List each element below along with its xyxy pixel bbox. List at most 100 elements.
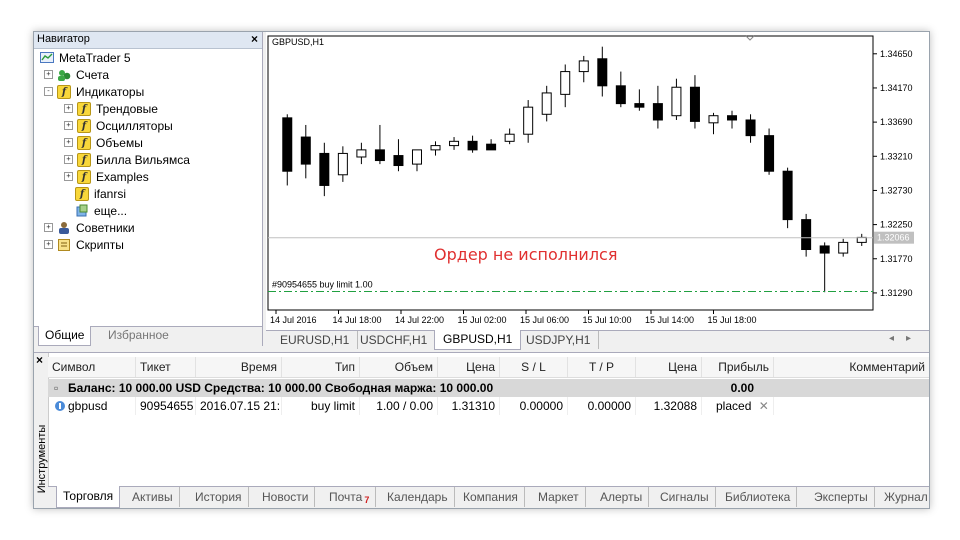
expand-icon[interactable]: + (64, 172, 73, 181)
candlestick-chart[interactable]: 1.34650 1.34170 1.33690 1.33210 1.32730 1.322… (266, 32, 929, 330)
column-header-ticket[interactable]: Тикет (136, 357, 196, 377)
tab-favorites[interactable]: Избранное (102, 326, 175, 345)
time-tick-label: 14 Jul 2016 (270, 315, 317, 325)
navigator-close-icon[interactable]: × (251, 32, 258, 46)
tree-item-trend[interactable]: + f Трендовые (64, 100, 158, 117)
toolbox-tab[interactable]: Новости (256, 487, 316, 507)
expand-icon[interactable]: + (64, 121, 73, 130)
bear-candle (282, 117, 293, 172)
tab-general[interactable]: Общие (38, 326, 92, 346)
bear-candle (634, 103, 645, 108)
tree-item-accounts[interactable]: + Счета (44, 66, 109, 83)
cell-profit: placed ✕ (702, 397, 774, 415)
tree-item-ifanrsi[interactable]: f ifanrsi (75, 185, 126, 202)
expand-icon[interactable]: + (44, 223, 53, 232)
bull-candle (708, 115, 719, 124)
chart-shift-marker-icon[interactable] (745, 35, 755, 41)
bear-candle (319, 152, 330, 186)
scripts-icon (57, 238, 71, 252)
bull-candle (523, 106, 534, 135)
toolbox-tab[interactable]: Календарь (381, 487, 455, 507)
navigator-tabs: Общие Избранное (34, 326, 262, 347)
toolbox-tabs: Торговля Активы История Новости Почта 7 Календ… (48, 486, 929, 508)
metatrader-window: Навигатор × MetaTrader 5 + Счета - f Инд… (33, 31, 930, 509)
custom-indicator-icon: f (75, 186, 89, 201)
time-tick-label: 15 Jul 14:00 (645, 315, 694, 325)
column-header-volume[interactable]: Объем (360, 357, 438, 377)
balance-collapse-icon[interactable]: ▫ (54, 379, 58, 397)
tree-item-scripts[interactable]: + Скрипты (44, 236, 124, 253)
cell-price: 1.31310 (438, 397, 500, 415)
bear-candle (486, 143, 497, 151)
tree-item-volumes[interactable]: + f Объемы (64, 134, 143, 151)
toolbox-tab[interactable]: Сигналы (654, 487, 716, 507)
toolbox-tab[interactable]: Компания (457, 487, 525, 507)
toolbox-tab[interactable]: Почта 7 (323, 487, 377, 507)
column-header-sl[interactable]: S / L (500, 357, 568, 377)
delete-order-icon[interactable]: ✕ (759, 399, 769, 413)
bear-candle (393, 155, 404, 167)
price-tick-label: 1.31770 (880, 254, 913, 264)
cell-type: buy limit (282, 397, 360, 415)
expand-icon[interactable]: + (44, 70, 53, 79)
tree-item-examples[interactable]: + f Examples (64, 168, 149, 185)
bear-candle (689, 86, 700, 122)
chart-tab-usdchf[interactable]: USDCHF,H1 (352, 331, 437, 349)
column-header-symbol[interactable]: Символ (48, 357, 136, 377)
tree-item-experts[interactable]: + Советники (44, 219, 135, 236)
bear-candle (727, 115, 738, 121)
column-header-current-price[interactable]: Цена (636, 357, 702, 377)
column-header-profit[interactable]: Прибыль (702, 357, 774, 377)
expand-icon[interactable]: + (64, 138, 73, 147)
cell-tp[interactable]: 0.00000 (568, 397, 636, 415)
cell-sl[interactable]: 0.00000 (500, 397, 568, 415)
toolbox-tab[interactable]: Библиотека (719, 487, 798, 507)
time-tick-label: 15 Jul 10:00 (583, 315, 632, 325)
bull-candle (356, 149, 367, 158)
collapse-icon[interactable]: - (44, 87, 53, 96)
tree-item-metatrader[interactable]: MetaTrader 5 (40, 49, 131, 66)
navigator-title-bar: Навигатор × (34, 32, 262, 49)
column-header-time[interactable]: Время (196, 357, 282, 377)
table-row[interactable]: gbpusd 90954655 2016.07.15 21:... buy li… (48, 397, 929, 415)
column-header-type[interactable]: Тип (282, 357, 360, 377)
toolbox-tab[interactable]: Торговля (56, 486, 121, 508)
indicator-icon: f (77, 118, 91, 133)
expand-icon[interactable]: + (44, 240, 53, 249)
chart-tabs: EURUSD,H1 USDCHF,H1 GBPUSD,H1 USDJPY,H1 … (266, 330, 929, 351)
toolbox-tab[interactable]: Маркет (532, 487, 586, 507)
toolbox-tab[interactable]: Журнал (878, 487, 929, 507)
toolbox-close-icon[interactable]: × (36, 353, 43, 367)
tree-item-more[interactable]: еще... (75, 202, 127, 219)
bull-candle (541, 92, 552, 115)
chart-tabs-scroll-icon[interactable]: ◂▸ (889, 333, 923, 344)
cell-symbol: gbpusd (48, 397, 136, 415)
cell-ticket: 90954655 (136, 397, 196, 415)
chart-window[interactable]: 1.34650 1.34170 1.33690 1.33210 1.32730 1.322… (266, 32, 929, 346)
chart-tab-usdjpy[interactable]: USDJPY,H1 (518, 331, 600, 349)
column-header-price[interactable]: Цена (438, 357, 500, 377)
tree-item-bill-williams[interactable]: + f Билла Вильямса (64, 151, 190, 168)
tree-item-indicators[interactable]: - f Индикаторы (44, 83, 144, 100)
chart-tab-gbpusd[interactable]: GBPUSD,H1 (434, 330, 522, 350)
table-header: Символ Тикет Время Тип Объем Цена S / L … (48, 357, 929, 378)
bull-candle (504, 133, 515, 142)
price-tick-label: 1.34650 (880, 49, 913, 59)
chart-tab-eurusd[interactable]: EURUSD,H1 (272, 331, 359, 349)
bear-candle (782, 170, 793, 221)
bear-candle (374, 149, 385, 162)
expand-icon[interactable]: + (64, 104, 73, 113)
bear-candle (597, 58, 608, 87)
toolbox-tab[interactable]: Эксперты (808, 487, 875, 507)
toolbox-tab[interactable]: Алерты (594, 487, 650, 507)
chart-annotation: Ордер не исполнился (434, 245, 617, 264)
toolbox-tab[interactable]: Активы (126, 487, 180, 507)
time-tick-label: 15 Jul 06:00 (520, 315, 569, 325)
column-header-tp[interactable]: T / P (568, 357, 636, 377)
price-tick-label: 1.34170 (880, 83, 913, 93)
tree-item-oscillators[interactable]: + f Осцилляторы (64, 117, 173, 134)
column-header-comment[interactable]: Комментарий (774, 357, 929, 377)
expand-icon[interactable]: + (64, 155, 73, 164)
more-icon (75, 204, 89, 218)
toolbox-tab[interactable]: История (189, 487, 249, 507)
